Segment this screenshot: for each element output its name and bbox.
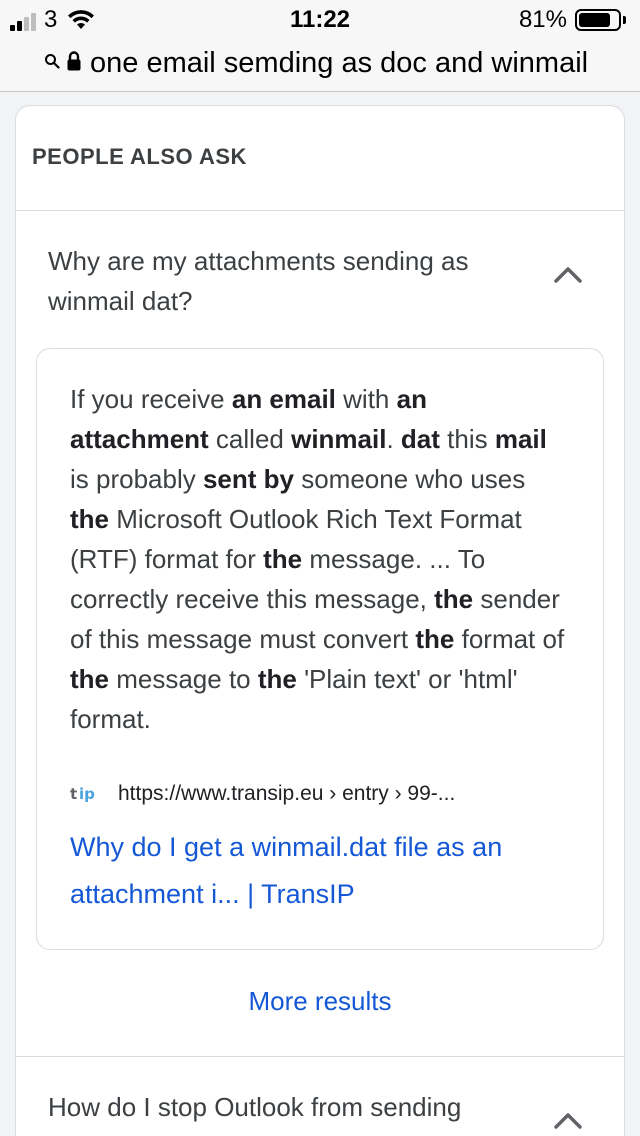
- source-row[interactable]: t ip https://www.transip.eu › entry › 99…: [70, 782, 455, 806]
- more-results-link[interactable]: More results: [0, 986, 640, 1017]
- answer-bold-segment: dat: [400, 424, 440, 454]
- url-bar[interactable]: one email semding as doc and winmail: [0, 40, 640, 92]
- answer-bold-segment: sent by: [202, 464, 294, 494]
- answer-segment: message to: [109, 664, 258, 694]
- battery-icon: [575, 9, 621, 31]
- answer-segment: is probably: [70, 464, 203, 494]
- result-link[interactable]: Why do I get a winmail.dat file as an at…: [70, 824, 570, 918]
- phone-screen: 3 11:22 81% one email semding as doc and…: [0, 0, 640, 1136]
- battery-percent: 81%: [518, 6, 567, 33]
- chevron-up-icon[interactable]: [552, 1110, 584, 1130]
- answer-segment: this: [439, 424, 495, 454]
- answer-bold-segment: winmail: [291, 424, 387, 454]
- search-icon: [45, 54, 60, 69]
- lock-icon: [67, 51, 81, 71]
- answer-segment: called: [208, 424, 292, 454]
- answer-bold-segment: mail: [494, 424, 547, 454]
- source-url: https://www.transip.eu › entry › 99-...: [118, 782, 456, 805]
- question-2[interactable]: How do I stop Outlook from sending: [48, 1087, 518, 1127]
- svg-text:t: t: [70, 785, 77, 803]
- answer-snippet: If you receive an email with an attachme…: [70, 379, 570, 739]
- status-right: 81%: [519, 7, 626, 33]
- answer-bold-segment: the: [415, 624, 455, 654]
- answer-segment: If you receive: [70, 384, 232, 414]
- answer-segment: format of: [454, 624, 565, 654]
- url-icons: [44, 50, 82, 72]
- svg-text:ip: ip: [79, 785, 95, 803]
- people-also-ask-header: PEOPLE ALSO ASK: [32, 144, 247, 169]
- url-query-text[interactable]: one email semding as doc and winmail: [90, 46, 588, 80]
- transip-favicon-icon: t ip: [70, 785, 95, 803]
- question-1[interactable]: Why are my attachments sending as winmai…: [48, 241, 518, 321]
- divider: [16, 210, 624, 211]
- answer-bold-segment: the: [263, 544, 303, 574]
- status-bar: 3 11:22 81%: [0, 0, 640, 40]
- answer-bold-segment: an email: [231, 384, 336, 414]
- answer-segment: someone who uses: [294, 464, 526, 494]
- answer-bold-segment: the: [257, 664, 297, 694]
- answer-segment: .: [386, 424, 401, 454]
- battery-tip: [623, 16, 626, 24]
- divider: [16, 1056, 624, 1057]
- answer-bold-segment: the: [70, 504, 109, 534]
- battery-level: [579, 13, 610, 27]
- chevron-up-icon[interactable]: [552, 264, 584, 284]
- answer-bold-segment: the: [434, 584, 474, 614]
- answer-segment: with: [335, 384, 397, 414]
- answer-bold-segment: the: [70, 664, 109, 694]
